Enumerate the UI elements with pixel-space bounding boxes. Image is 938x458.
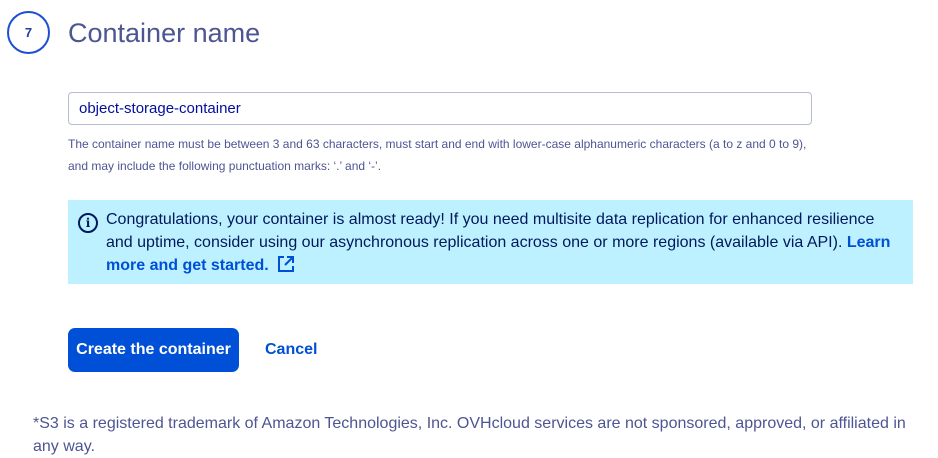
info-icon: i [78,213,98,233]
container-name-input[interactable] [68,92,812,125]
info-message: Congratulations, your container is almos… [106,208,903,277]
step-number-badge: 7 [7,11,50,54]
external-link-icon [277,256,294,272]
cancel-button[interactable]: Cancel [257,328,325,372]
info-message-text: Congratulations, your container is almos… [106,211,875,251]
create-container-button[interactable]: Create the container [68,328,239,372]
step-title: Container name [68,18,261,48]
trademark-footnote: *S3 is a registered trademark of Amazon … [33,415,906,455]
replication-info-banner: i Congratulations, your container is alm… [68,200,913,284]
step-number: 7 [24,25,33,40]
container-name-helper-text: The container name must be between 3 and… [68,137,807,173]
container-name-step: 7 Container name The container name must… [0,0,938,458]
